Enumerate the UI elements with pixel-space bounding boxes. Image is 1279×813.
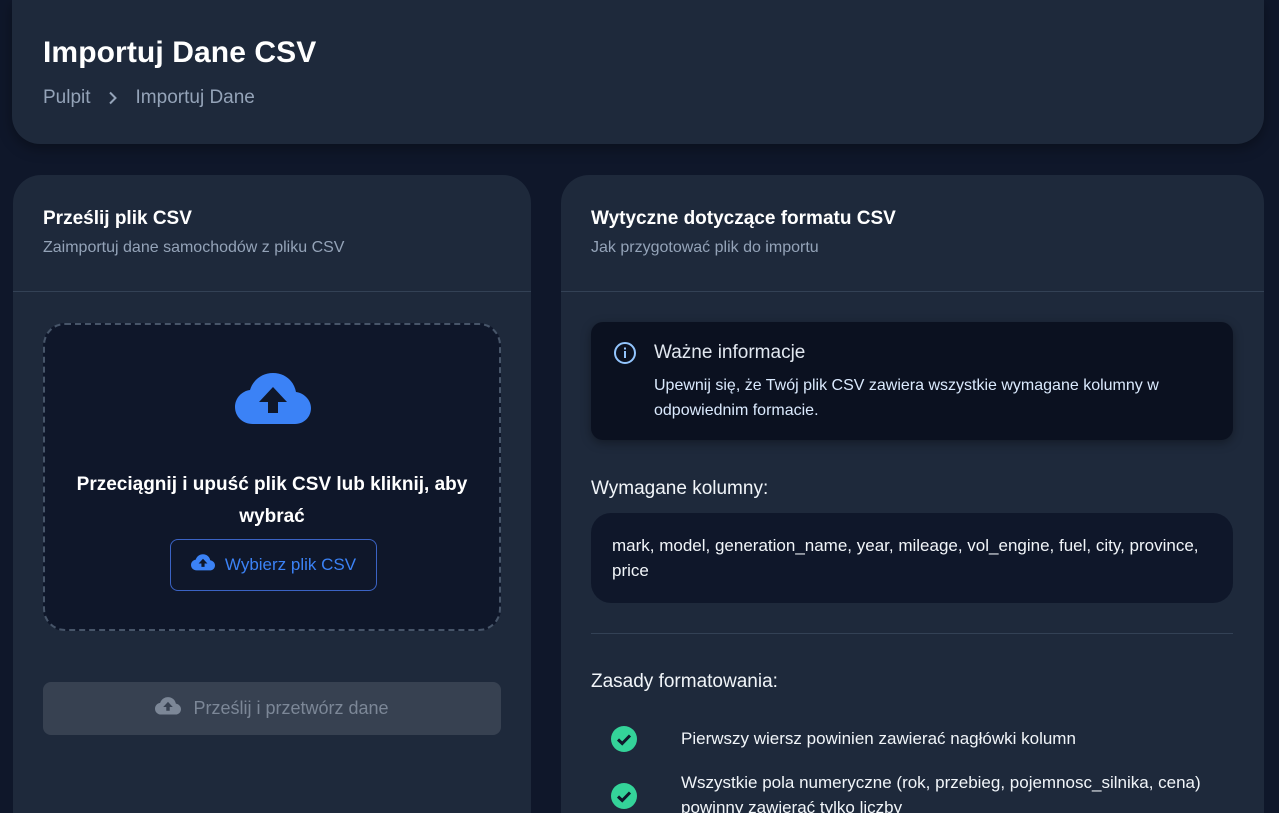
guidelines-card-header: Wytyczne dotyczące formatu CSV Jak przyg… bbox=[561, 175, 1264, 292]
dropzone-text: Przeciągnij i upuść plik CSV lub kliknij… bbox=[76, 474, 468, 527]
choose-csv-button-label: Wybierz plik CSV bbox=[224, 555, 357, 574]
csv-dropzone[interactable]: Przeciągnij i upuść plik CSV lub kliknij… bbox=[43, 323, 501, 631]
required-columns-label: Wymagane kolumny: bbox=[591, 478, 769, 499]
cloud-upload-icon bbox=[235, 373, 311, 430]
important-info-box: Ważne informacje Upewnij się, że Twój pl… bbox=[591, 322, 1233, 440]
divider bbox=[591, 633, 1233, 634]
guidelines-card-title: Wytyczne dotyczące formatu CSV bbox=[591, 208, 896, 229]
upload-card-header: Prześlij plik CSV Zaimportuj dane samoch… bbox=[13, 175, 531, 292]
rule-text: Pierwszy wiersz powinien zawierać nagłów… bbox=[681, 729, 1076, 748]
choose-csv-button[interactable]: Wybierz plik CSV bbox=[170, 539, 377, 591]
breadcrumb-item-current: Importuj Dane bbox=[135, 87, 255, 108]
upload-card: Prześlij plik CSV Zaimportuj dane samoch… bbox=[13, 175, 531, 813]
formatting-rules-label: Zasady formatowania: bbox=[591, 671, 778, 692]
check-circle-icon bbox=[611, 783, 637, 813]
chevron-right-icon bbox=[91, 91, 136, 105]
rule-text: Wszystkie pola numeryczne (rok, przebieg… bbox=[681, 773, 1201, 813]
info-icon bbox=[613, 341, 637, 370]
required-columns-box: mark, model, generation_name, year, mile… bbox=[591, 513, 1233, 603]
upload-card-subtitle: Zaimportuj dane samochodów z pliku CSV bbox=[43, 239, 345, 256]
page-title: Importuj Dane CSV bbox=[43, 36, 317, 69]
breadcrumb: Pulpit Importuj Dane bbox=[43, 87, 255, 109]
guidelines-card: Wytyczne dotyczące formatu CSV Jak przyg… bbox=[561, 175, 1264, 813]
info-title: Ważne informacje bbox=[654, 342, 806, 363]
info-text: Upewnij się, że Twój plik CSV zawiera ws… bbox=[654, 377, 1159, 419]
submit-process-button[interactable]: Prześlij i przetwórz dane bbox=[43, 682, 501, 735]
page-header: Importuj Dane CSV Pulpit Importuj Dane bbox=[12, 0, 1264, 144]
submit-process-button-label: Prześlij i przetwórz dane bbox=[193, 698, 389, 718]
upload-card-title: Prześlij plik CSV bbox=[43, 208, 192, 229]
cloud-upload-icon bbox=[155, 697, 182, 720]
breadcrumb-item-dashboard[interactable]: Pulpit bbox=[43, 87, 91, 109]
guidelines-card-subtitle: Jak przygotować plik do importu bbox=[591, 239, 819, 256]
check-circle-icon bbox=[611, 726, 637, 757]
cloud-upload-icon bbox=[190, 554, 215, 576]
